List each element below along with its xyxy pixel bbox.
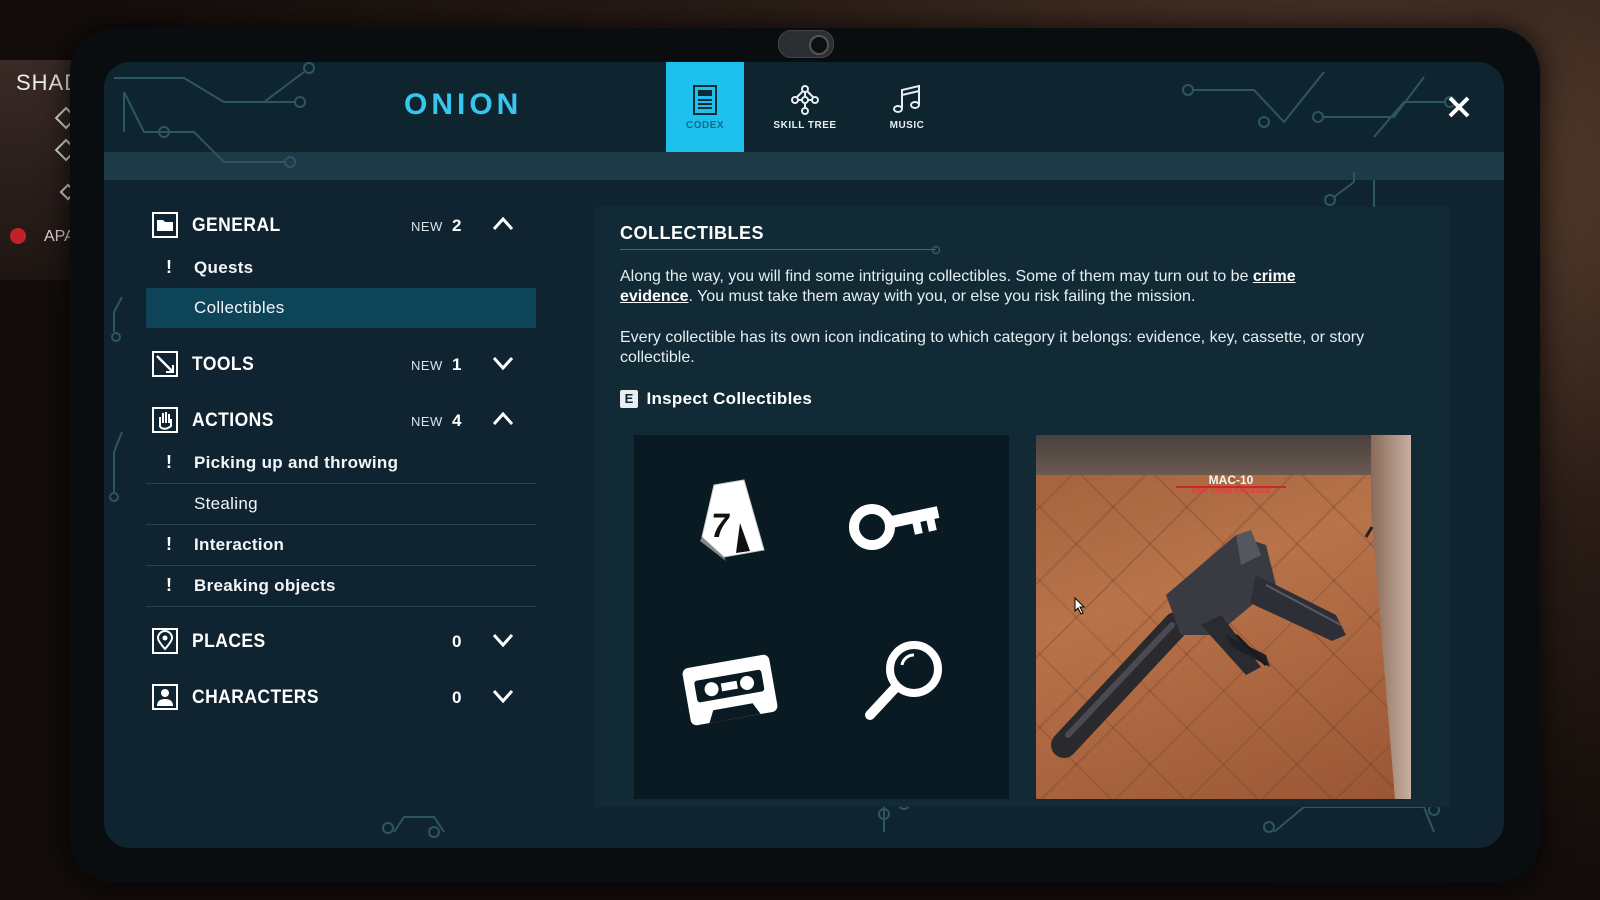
crime-evidence-link[interactable]: crime [1253,268,1296,285]
item-label: Stealing [194,494,258,513]
location-pin-icon [152,628,178,654]
key-icon [849,504,940,550]
evidence-marker-icon: 7 [700,479,765,561]
new-label: NEW [411,358,443,373]
tab-music[interactable]: MUSIC [868,62,946,152]
codex-entry-panel: COLLECTIBLES Along the way, you will fin… [594,207,1449,807]
paragraph-text: . You must take them away with you, or e… [688,288,1196,305]
codex-icon [693,85,717,115]
tab-codex[interactable]: CODEX [666,62,744,152]
unread-marker-icon: ! [166,575,172,595]
inspect-label: Inspect Collectibles [646,389,813,408]
new-count: 4 [452,411,462,430]
category-tools[interactable]: TOOLS NEW 1 [146,345,536,385]
list-item-interaction[interactable]: ! Interaction [146,525,536,566]
magnifier-icon [865,641,942,720]
category-general[interactable]: GENERAL NEW 2 [146,206,536,246]
entry-paragraph-2: Every collectible has its own icon indic… [620,329,1365,366]
category-places[interactable]: PLACES 0 [146,622,536,662]
music-icon [893,84,920,113]
new-count: 2 [452,216,462,235]
onion-logo: ONION [404,88,523,121]
title-underline [620,246,940,254]
new-label: NEW [411,219,443,234]
folder-icon [152,212,178,238]
hud-pin-icon [10,228,26,244]
chevron-down-icon[interactable] [492,632,514,648]
cassette-icon [682,654,778,726]
list-item-breaking-objects[interactable]: ! Breaking objects [146,566,536,607]
tab-codex-label: CODEX [685,120,725,131]
hand-icon [152,407,178,433]
item-count: 0 [452,632,462,651]
person-icon [152,684,178,710]
chevron-up-icon[interactable] [492,216,514,232]
item-label: Picking up and throwing [194,453,399,472]
paragraph-text: Along the way, you will find some intrig… [620,268,1253,285]
new-label: NEW [411,414,443,429]
item-label: Interaction [194,535,285,554]
mac-10-gun-icon [1051,526,1374,758]
chevron-down-icon[interactable] [492,355,514,371]
inspect-collectibles-prompt[interactable]: E Inspect Collectibles [620,389,812,411]
tab-music-label: MUSIC [889,120,925,131]
mouse-cursor-icon [1074,597,1086,615]
list-item-quests[interactable]: ! Quests [146,248,536,289]
category-title: TOOLS [192,354,255,375]
collectible-preview-image: MAC-10 NEW CRIME EVIDENCE [1036,435,1411,799]
unread-marker-icon: ! [166,257,172,277]
category-title: GENERAL [192,215,281,236]
entry-paragraph-1: Along the way, you will find some intrig… [620,267,1420,307]
skill-tree-icon [791,85,819,115]
chevron-down-icon[interactable] [492,688,514,704]
tab-skill-tree-label: SKILL TREE [773,120,837,131]
entry-title: COLLECTIBLES [620,223,764,243]
crime-evidence-link[interactable]: evidence [620,288,688,305]
unread-marker-icon: ! [166,452,172,472]
item-count: 0 [452,688,462,707]
item-label: Collectibles [194,298,285,317]
new-count: 1 [452,355,462,374]
item-label: Quests [194,258,254,277]
category-title: ACTIONS [192,410,274,431]
category-title: PLACES [192,631,266,652]
item-label: Breaking objects [194,576,336,595]
tablet-toggle[interactable] [778,30,834,58]
tab-skill-tree[interactable]: SKILL TREE [766,62,844,152]
codex-screen: ONION CODEX SKILL TREE MUSIC GENERAL NEW… [104,62,1504,848]
collectible-icons-panel: 7 [634,435,1009,799]
tools-icon [152,351,178,377]
category-title: CHARACTERS [192,687,319,708]
list-item-collectibles[interactable]: Collectibles [146,288,536,328]
list-item-stealing[interactable]: Stealing [146,484,536,525]
close-icon[interactable] [1444,92,1474,122]
unread-marker-icon: ! [166,534,172,554]
category-characters[interactable]: CHARACTERS 0 [146,678,536,718]
chevron-up-icon[interactable] [492,411,514,427]
category-actions[interactable]: ACTIONS NEW 4 [146,401,536,441]
key-e-icon: E [620,390,638,408]
list-item-picking-up[interactable]: ! Picking up and throwing [146,443,536,484]
